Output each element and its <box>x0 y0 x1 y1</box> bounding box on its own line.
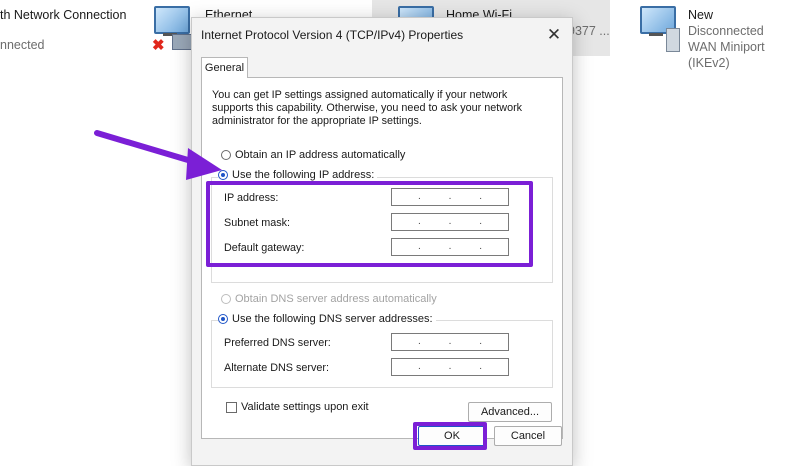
tab-general[interactable]: General <box>201 57 248 78</box>
annotation-arrow-icon <box>94 130 222 180</box>
